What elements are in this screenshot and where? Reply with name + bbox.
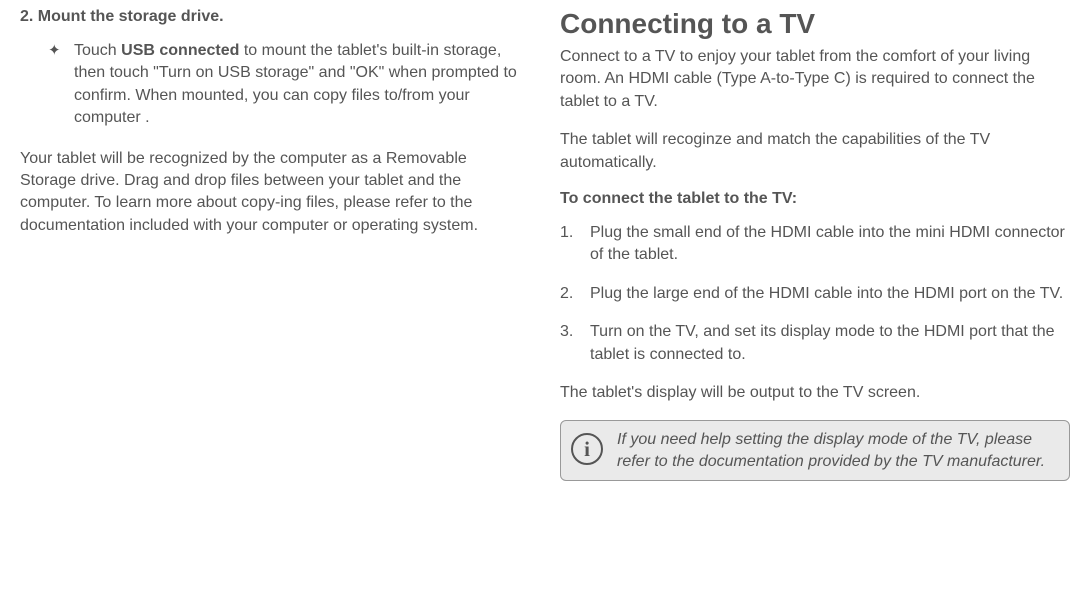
bullet-pre: Touch <box>74 42 121 59</box>
left-column: 2. Mount the storage drive. ✦ Touch USB … <box>20 8 520 581</box>
step-row: 2. Plug the large end of the HDMI cable … <box>560 283 1070 305</box>
step-number: 3. <box>560 321 590 366</box>
step-number: 1. <box>560 222 590 267</box>
tv-subheading: To connect the tablet to the TV: <box>560 190 1070 208</box>
step-text: Plug the small end of the HDMI cable int… <box>590 222 1070 267</box>
step-row: 1. Plug the small end of the HDMI cable … <box>560 222 1070 267</box>
bullet-text: Touch USB connected to mount the tablet'… <box>74 40 520 130</box>
tv-p1: Connect to a TV to enjoy your tablet fro… <box>560 46 1070 113</box>
tv-heading: Connecting to a TV <box>560 8 1070 40</box>
bullet-bold: USB connected <box>121 42 239 59</box>
info-icon: i <box>571 433 603 465</box>
tv-p2: The tablet will recoginze and match the … <box>560 129 1070 174</box>
mount-heading: 2. Mount the storage drive. <box>20 8 520 26</box>
info-text: If you need help setting the display mod… <box>617 429 1055 472</box>
right-column: Connecting to a TV Connect to a TV to en… <box>560 8 1070 581</box>
step-text: Turn on the TV, and set its display mode… <box>590 321 1070 366</box>
step-number: 2. <box>560 283 590 305</box>
step-text: Plug the large end of the HDMI cable int… <box>590 283 1063 305</box>
tv-p3: The tablet's display will be output to t… <box>560 382 1070 404</box>
step-row: 3. Turn on the TV, and set its display m… <box>560 321 1070 366</box>
left-paragraph: Your tablet will be recognized by the co… <box>20 148 520 238</box>
info-box: i If you need help setting the display m… <box>560 420 1070 481</box>
bullet-star-icon: ✦ <box>48 40 74 130</box>
bullet-row: ✦ Touch USB connected to mount the table… <box>48 40 520 130</box>
